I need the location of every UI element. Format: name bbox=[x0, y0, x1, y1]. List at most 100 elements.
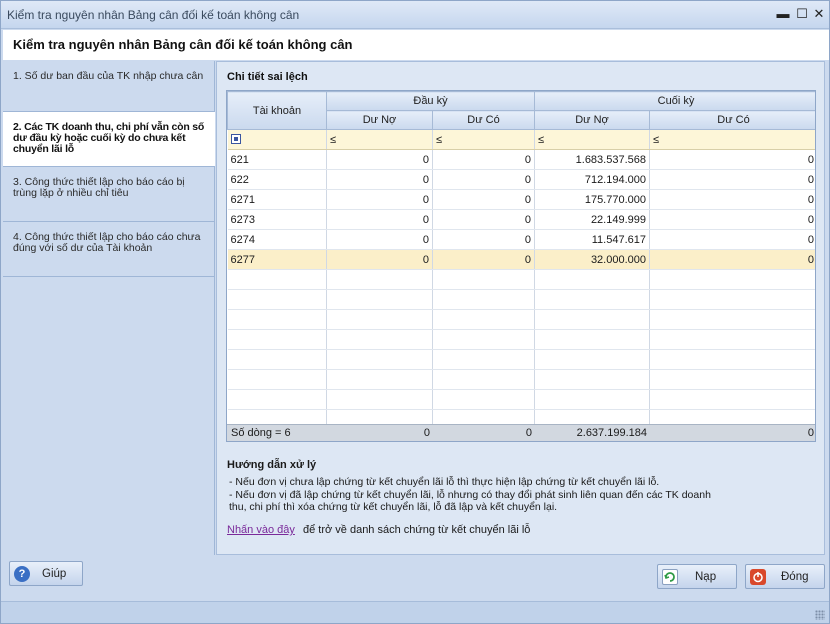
minimize-icon[interactable]: ▬ bbox=[775, 6, 791, 22]
table-row[interactable]: 622 0 0 712.194.000 0 bbox=[227, 169, 815, 190]
step-item-3[interactable]: 3. Công thức thiết lập cho báo cáo bị tr… bbox=[3, 167, 215, 222]
resize-grip-icon[interactable] bbox=[815, 610, 825, 620]
total-open-credit: 0 bbox=[525, 427, 532, 439]
grid-summary-row: Số dòng = 6 0 0 2.637.199.184 0 bbox=[227, 424, 815, 441]
col-header-open-credit[interactable]: Dư Có bbox=[432, 110, 535, 130]
table-row[interactable]: 6273 0 0 22.149.999 0 bbox=[227, 209, 815, 230]
dialog-window: Kiểm tra nguyên nhân Bảng cân đối kế toá… bbox=[0, 0, 830, 624]
detail-grid[interactable]: Tài khoản Đầu kỳ Cuối kỳ Dư Nợ Dư Có Dư … bbox=[226, 90, 816, 442]
close-icon[interactable]: ✕ bbox=[811, 6, 827, 22]
cell-open-debit: 0 bbox=[326, 189, 433, 210]
table-row[interactable]: 621 0 0 1.683.537.568 0 bbox=[227, 149, 815, 170]
cell-close-debit: 1.683.537.568 bbox=[534, 149, 650, 170]
col-header-close-credit[interactable]: Dư Có bbox=[649, 110, 815, 130]
filter-cell-close-credit[interactable]: ≤ bbox=[649, 129, 815, 150]
section-label: Chi tiết sai lệch bbox=[227, 71, 308, 83]
total-close-debit: 2.637.199.184 bbox=[576, 427, 647, 439]
close-button[interactable]: Đóng bbox=[745, 564, 825, 589]
step-label: 1. Số dư ban đầu của TK nhập chưa cân bbox=[13, 70, 204, 82]
help-button[interactable]: ? Giúp bbox=[9, 561, 83, 586]
help-button-label: Giúp bbox=[42, 568, 67, 580]
empty-row bbox=[227, 389, 815, 410]
cell-close-credit: 0 bbox=[649, 209, 815, 230]
filter-cell-open-debit[interactable]: ≤ bbox=[326, 129, 433, 150]
cell-open-debit: 0 bbox=[326, 209, 433, 230]
load-button-label: Nạp bbox=[695, 571, 717, 583]
detail-panel: Chi tiết sai lệch Tài khoản Đầu kỳ Cuối … bbox=[216, 61, 825, 555]
step-list: 1. Số dư ban đầu của TK nhập chưa cân 2.… bbox=[3, 61, 215, 555]
row-count-label: Số dòng = 6 bbox=[231, 427, 291, 439]
col-header-account[interactable]: Tài khoản bbox=[227, 91, 327, 130]
close-button-label: Đóng bbox=[781, 571, 809, 583]
empty-row bbox=[227, 329, 815, 350]
filter-cell-account[interactable] bbox=[227, 129, 327, 150]
cell-open-credit: 0 bbox=[432, 209, 535, 230]
step-item-4[interactable]: 4. Công thức thiết lập cho báo cáo chưa … bbox=[3, 222, 215, 277]
table-row[interactable]: 6274 0 0 11.547.617 0 bbox=[227, 229, 815, 250]
return-link[interactable]: Nhấn vào đây bbox=[227, 524, 295, 536]
cell-open-debit: 0 bbox=[326, 249, 433, 270]
cell-close-debit: 22.149.999 bbox=[534, 209, 650, 230]
guide-title: Hướng dẫn xử lý bbox=[227, 459, 317, 471]
cell-close-credit: 0 bbox=[649, 229, 815, 250]
cell-open-credit: 0 bbox=[432, 149, 535, 170]
col-header-close-debit[interactable]: Dư Nợ bbox=[534, 110, 650, 130]
filter-checkbox-icon[interactable] bbox=[230, 134, 241, 144]
power-icon bbox=[750, 569, 766, 585]
total-close-credit: 0 bbox=[807, 427, 814, 439]
col-header-open-debit[interactable]: Dư Nợ bbox=[326, 110, 433, 130]
step-label: 3. Công thức thiết lập cho báo cáo bị tr… bbox=[13, 176, 185, 199]
status-bar bbox=[1, 601, 829, 623]
cell-open-credit: 0 bbox=[432, 249, 535, 270]
filter-cell-close-debit[interactable]: ≤ bbox=[534, 129, 650, 150]
cell-open-debit: 0 bbox=[326, 229, 433, 250]
return-link-description: để trở về danh sách chứng từ kết chuyển … bbox=[303, 524, 531, 536]
cell-open-credit: 0 bbox=[432, 229, 535, 250]
filter-cell-open-credit[interactable]: ≤ bbox=[432, 129, 535, 150]
cell-close-credit: 0 bbox=[649, 249, 815, 270]
guide-line-1: - Nếu đơn vị chưa lập chứng từ kết chuyể… bbox=[229, 476, 660, 488]
table-row-selected[interactable]: 6277 0 0 32.000.000 0 bbox=[227, 249, 815, 270]
empty-row bbox=[227, 369, 815, 390]
cell-close-credit: 0 bbox=[649, 149, 815, 170]
cell-open-credit: 0 bbox=[432, 169, 535, 190]
cell-account: 6274 bbox=[227, 229, 327, 250]
help-icon: ? bbox=[14, 566, 30, 582]
step-label: 4. Công thức thiết lập cho báo cáo chưa … bbox=[13, 231, 201, 254]
empty-row bbox=[227, 269, 815, 290]
cell-open-debit: 0 bbox=[326, 149, 433, 170]
cell-open-credit: 0 bbox=[432, 189, 535, 210]
cell-close-debit: 712.194.000 bbox=[534, 169, 650, 190]
step-item-2[interactable]: 2. Các TK doanh thu, chi phí vẫn còn số … bbox=[3, 112, 215, 167]
step-label: 2. Các TK doanh thu, chi phí vẫn còn số … bbox=[13, 121, 205, 155]
refresh-icon bbox=[662, 569, 678, 585]
cell-account: 6271 bbox=[227, 189, 327, 210]
cell-close-credit: 0 bbox=[649, 189, 815, 210]
empty-row bbox=[227, 309, 815, 330]
window-title: Kiểm tra nguyên nhân Bảng cân đối kế toá… bbox=[7, 8, 300, 22]
load-button[interactable]: Nạp bbox=[657, 564, 737, 589]
col-header-opening: Đầu kỳ bbox=[326, 91, 535, 111]
filter-row: ≤ ≤ ≤ ≤ bbox=[227, 129, 815, 150]
page-header: Kiểm tra nguyên nhân Bảng cân đối kế toá… bbox=[3, 30, 829, 60]
page-title: Kiểm tra nguyên nhân Bảng cân đối kế toá… bbox=[13, 37, 353, 52]
empty-row bbox=[227, 289, 815, 310]
cell-account: 6277 bbox=[227, 249, 327, 270]
guide-line-3: thu, chi phí thì xóa chứng từ kết chuyển… bbox=[229, 501, 558, 513]
cell-close-debit: 11.547.617 bbox=[534, 229, 650, 250]
title-bar[interactable]: Kiểm tra nguyên nhân Bảng cân đối kế toá… bbox=[1, 1, 829, 29]
cell-account: 621 bbox=[227, 149, 327, 170]
total-open-debit: 0 bbox=[423, 427, 430, 439]
cell-close-debit: 175.770.000 bbox=[534, 189, 650, 210]
empty-row bbox=[227, 349, 815, 370]
step-item-1[interactable]: 1. Số dư ban đầu của TK nhập chưa cân bbox=[3, 61, 215, 112]
cell-account: 6273 bbox=[227, 209, 327, 230]
cell-close-debit: 32.000.000 bbox=[534, 249, 650, 270]
col-header-closing: Cuối kỳ bbox=[534, 91, 815, 111]
table-row[interactable]: 6271 0 0 175.770.000 0 bbox=[227, 189, 815, 210]
cell-close-credit: 0 bbox=[649, 169, 815, 190]
maximize-icon[interactable]: ☐ bbox=[794, 6, 810, 22]
cell-account: 622 bbox=[227, 169, 327, 190]
cell-open-debit: 0 bbox=[326, 169, 433, 190]
guide-line-2: - Nếu đơn vị đã lập chứng từ kết chuyển … bbox=[229, 489, 711, 501]
